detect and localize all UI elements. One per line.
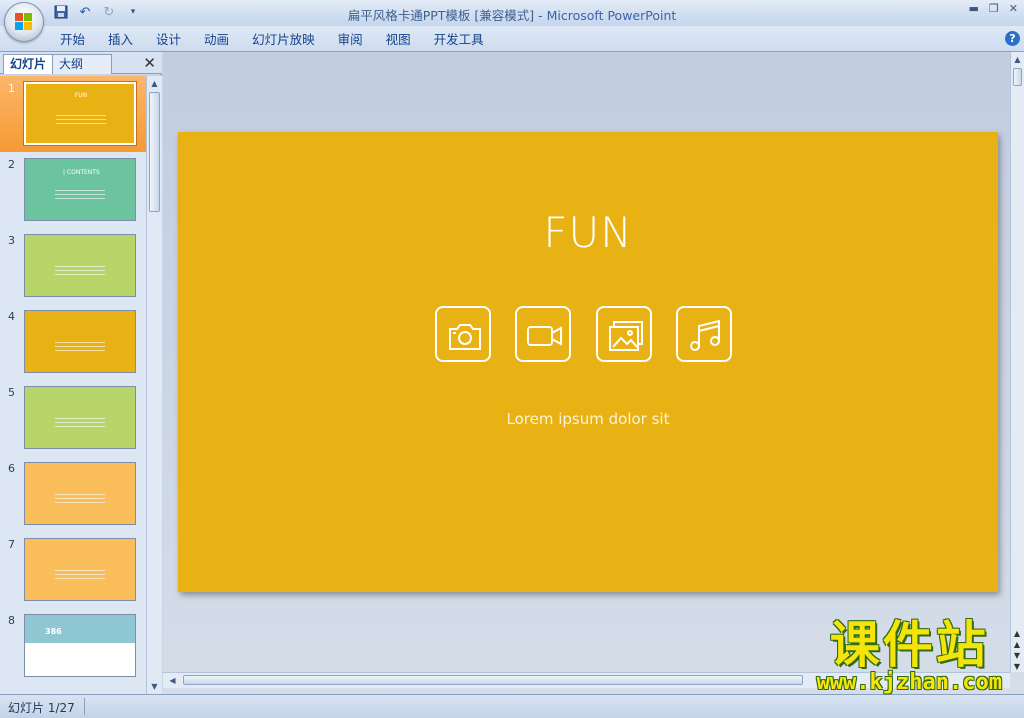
scroll-up-icon[interactable]: ▲ (147, 76, 162, 91)
thumbnail-preview (56, 112, 106, 126)
thumbnail-preview (55, 339, 105, 353)
slide-number: 8 (8, 614, 15, 627)
thumbnail-title: FUN (74, 92, 88, 99)
slide-vertical-scrollbar[interactable]: ▲ ▲ ▲ ▼ ▼ (1010, 52, 1024, 672)
image-icon (596, 306, 652, 362)
slide-subtitle[interactable]: Lorem ipsum dolor sit (178, 410, 998, 428)
slide-thumbnail[interactable]: | CONTENTS (24, 158, 136, 221)
scroll-left-icon[interactable]: ◀ (165, 673, 180, 688)
title-bar: ↶ ↻ ▾ 扁平风格卡通PPT模板 [兼容模式] - Microsoft Pow… (0, 0, 1024, 42)
slide-thumbnail[interactable] (24, 462, 136, 525)
ribbon-tabs-bar: 开始 插入 设计 动画 幻灯片放映 审阅 视图 开发工具 ? (0, 26, 1024, 52)
slide-thumbnail-row[interactable]: 1 FUN (0, 76, 146, 152)
slide-thumbnails: 1 FUN 2 | CONTENTS 3 4 5 6 7 8 386 (0, 76, 146, 694)
window-controls: ▬ ❐ ✕ (969, 2, 1019, 15)
slide-thumbnail[interactable] (24, 310, 136, 373)
thumbnails-scrollbar[interactable]: ▲ ▼ (146, 76, 162, 694)
slide-thumbnail-row[interactable]: 8 386 (0, 608, 146, 684)
slide-number: 1 (8, 82, 15, 95)
pane-tabs: 幻灯片 大纲 ✕ (0, 52, 162, 74)
slide-thumbnail[interactable] (24, 386, 136, 449)
slide-number: 6 (8, 462, 15, 475)
thumbnail-preview (55, 263, 105, 277)
thumbnail-preview (55, 415, 105, 429)
slide-title[interactable]: FUN (178, 208, 998, 257)
minimize-icon[interactable]: ▬ (969, 2, 979, 15)
help-icon[interactable]: ? (1005, 31, 1020, 46)
ribbon-tab[interactable]: 开发工具 (424, 31, 497, 49)
slide-nav-buttons: ▲ ▲ ▼ ▼ (1011, 628, 1023, 672)
office-logo-icon (15, 13, 33, 31)
close-icon[interactable]: ✕ (1009, 2, 1018, 15)
slide-number: 4 (8, 310, 15, 323)
ribbon-tab[interactable]: 开始 (50, 31, 98, 49)
thumbnail-title: | CONTENTS (63, 169, 100, 176)
slide-thumbnail-row[interactable]: 5 (0, 380, 146, 456)
status-divider (84, 698, 85, 715)
next-slide-icon[interactable]: ▼ ▼ (1011, 650, 1023, 672)
watermark-text: 课件站 (829, 616, 989, 674)
slides-pane: 幻灯片 大纲 ✕ 1 FUN 2 | CONTENTS 3 4 5 6 7 8 386 ▲ ▼ (0, 52, 162, 694)
ribbon-tab[interactable]: 视图 (376, 31, 424, 49)
watermark-url: www.kjzhan.com (816, 670, 1002, 695)
slide-number: 7 (8, 538, 15, 551)
slide-thumbnail-row[interactable]: 2 | CONTENTS (0, 152, 146, 228)
slide-thumbnail[interactable]: FUN (23, 81, 137, 146)
pane-close-icon[interactable]: ✕ (143, 54, 156, 72)
ribbon-tab[interactable]: 插入 (98, 31, 146, 49)
previous-slide-icon[interactable]: ▲ ▲ (1011, 628, 1023, 650)
music-note-icon (676, 306, 732, 362)
slide-number: 2 (8, 158, 15, 171)
restore-icon[interactable]: ❐ (989, 2, 999, 15)
thumbnail-preview (55, 567, 105, 581)
slide-editing-area: FUN Lorem ipsum dolor sit ▲ ▲ ▲ ▼ ▼ ◀ (163, 52, 1024, 694)
slide-thumbnail-row[interactable]: 4 (0, 304, 146, 380)
video-camera-icon (515, 306, 571, 362)
thumbnail-preview (55, 491, 105, 505)
thumbnail-preview (55, 187, 105, 201)
current-slide[interactable]: FUN Lorem ipsum dolor sit (178, 132, 998, 592)
slide-number: 3 (8, 234, 15, 247)
tab-slides[interactable]: 幻灯片 (3, 54, 54, 74)
scrollbar-thumb[interactable] (183, 675, 803, 685)
scrollbar-thumb[interactable] (1013, 68, 1022, 86)
slide-thumbnail-row[interactable]: 6 (0, 456, 146, 532)
status-bar: 幻灯片 1/27 (0, 694, 1024, 718)
window-title: 扁平风格卡通PPT模板 [兼容模式] - Microsoft PowerPoin… (347, 8, 677, 23)
watermark: 课件站 www.kjzhan.com (817, 618, 1002, 694)
ribbon-tabs: 开始 插入 设计 动画 幻灯片放映 审阅 视图 开发工具 (50, 31, 497, 49)
slide-number: 5 (8, 386, 15, 399)
office-button[interactable] (4, 2, 44, 42)
slide-thumbnail[interactable] (24, 538, 136, 601)
ribbon-tab[interactable]: 幻灯片放映 (242, 31, 328, 49)
camera-icon (435, 306, 491, 362)
slide-thumbnail-row[interactable]: 7 (0, 532, 146, 608)
slide-thumbnail[interactable]: 386 (24, 614, 136, 677)
scroll-up-icon[interactable]: ▲ (1011, 52, 1024, 67)
scroll-down-icon[interactable]: ▼ (147, 679, 162, 694)
ribbon-tab[interactable]: 审阅 (328, 31, 376, 49)
slide-thumbnail-row[interactable]: 3 (0, 228, 146, 304)
scrollbar-thumb[interactable] (149, 92, 160, 212)
tab-outline[interactable]: 大纲 (52, 54, 112, 74)
ribbon-tab[interactable]: 设计 (146, 31, 194, 49)
thumbnail-title: 386 (45, 627, 62, 636)
ribbon-tab[interactable]: 动画 (194, 31, 242, 49)
slide-counter: 幻灯片 1/27 (8, 701, 75, 715)
slide-thumbnail[interactable] (24, 234, 136, 297)
